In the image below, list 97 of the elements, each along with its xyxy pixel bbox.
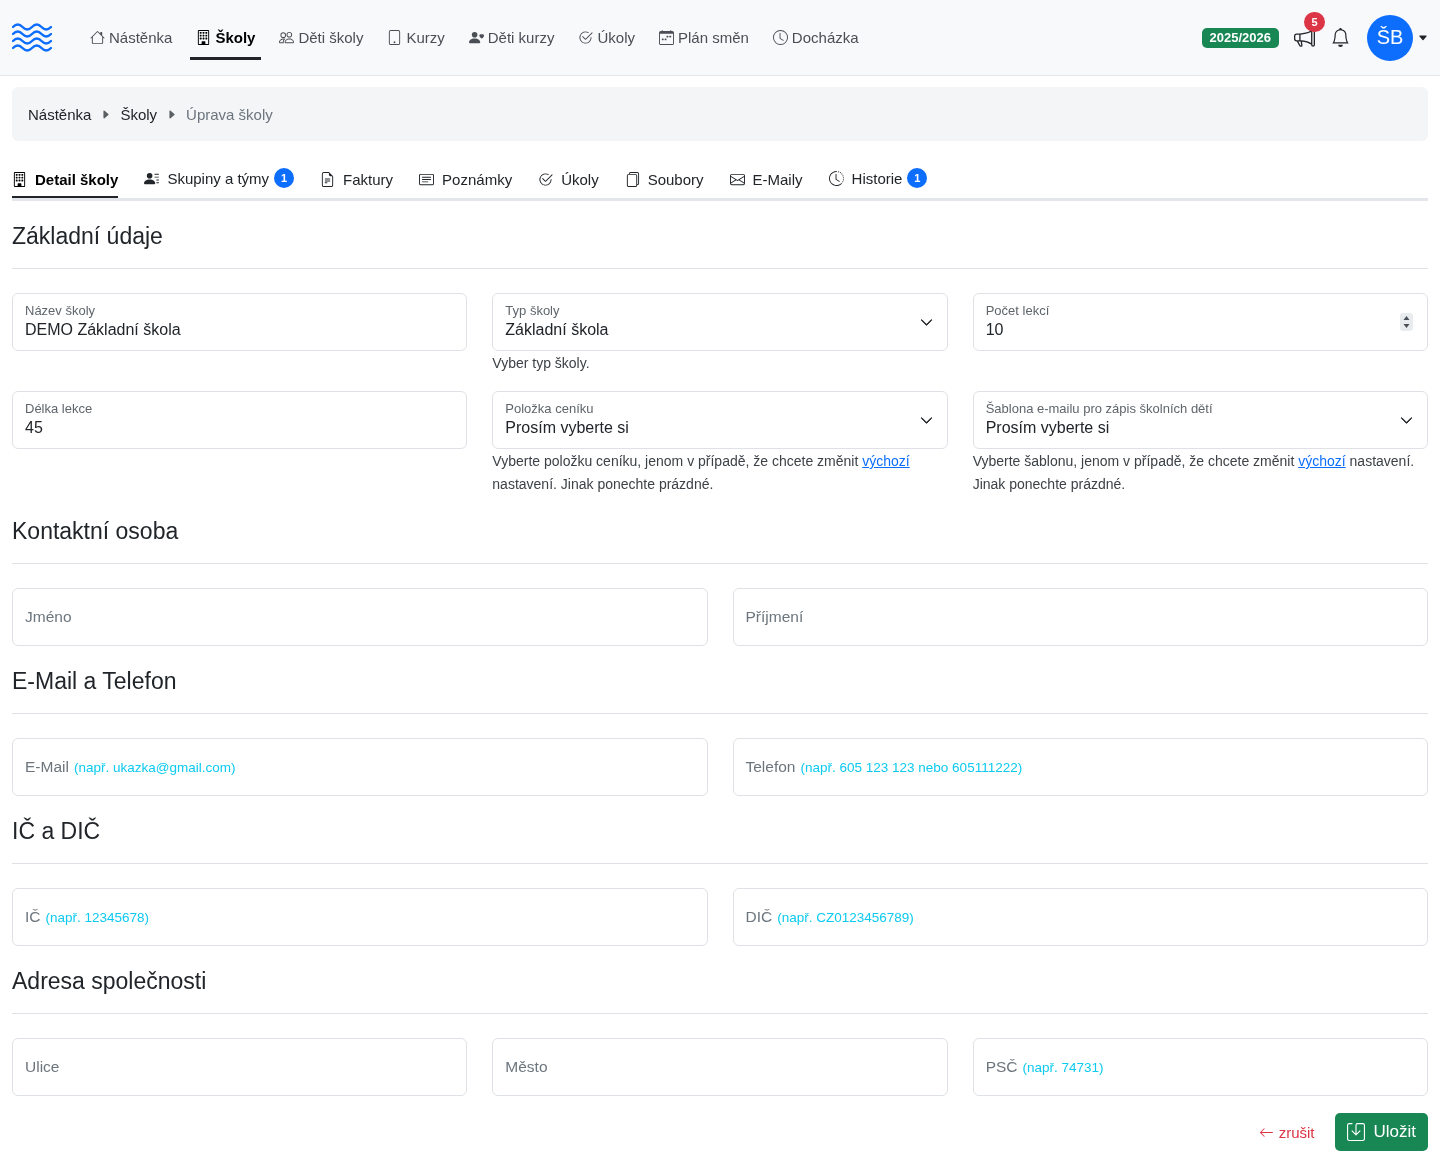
field-value: DEMO Základní škola: [25, 319, 182, 340]
house-icon: [90, 30, 105, 45]
field-hint: (např. ukazka@gmail.com): [73, 760, 236, 775]
separator-icon: [100, 108, 112, 120]
tab[interactable]: Historie 1: [828, 159, 928, 198]
field-hint: (např. 12345678): [45, 910, 150, 925]
section-heading: IČ a DIČ: [12, 816, 102, 846]
separator-icon: [166, 108, 178, 120]
nav-link[interactable]: Kurzy: [381, 15, 451, 60]
field-placeholder: Ulice: [25, 1058, 60, 1076]
help-text: Vyberte položku ceníku, jenom v případě, že chcete změnit výchozí nastavení. Jinak ponechte prázdné.: [492, 452, 911, 494]
input-field[interactable]: IČ (např. 12345678): [12, 888, 708, 946]
count-badge: 5: [1304, 12, 1325, 32]
help-text: Vyber typ školy.: [492, 354, 591, 373]
tab[interactable]: E-Maily: [729, 162, 803, 198]
field-placeholder: PSČ: [985, 1058, 1018, 1076]
field-label: Název školy: [25, 302, 97, 319]
number-field[interactable]: Počet lekcí 10: [972, 293, 1428, 351]
select-field[interactable]: Položka ceníku Prosím vyberte si: [492, 391, 948, 449]
nav-link[interactable]: Plán směn: [653, 15, 755, 60]
field-hint: (např. CZ0123456789): [777, 910, 914, 925]
user-avatar[interactable]: ŠB: [1367, 14, 1413, 61]
field-placeholder: Příjmení: [745, 608, 804, 626]
select-field[interactable]: Typ školy Základní škola: [492, 293, 948, 351]
tab[interactable]: Úkoly: [538, 162, 599, 198]
nav-link[interactable]: Děti kurzy: [462, 15, 561, 60]
person-list-icon: [144, 170, 160, 186]
spinner-arrows-icon[interactable]: [1400, 313, 1413, 331]
breadcrumb-link[interactable]: Nástěnka: [28, 105, 92, 123]
field-value: Prosím vyberte si: [505, 417, 630, 438]
field-label: Typ školy: [505, 302, 561, 319]
calendar-icon: [659, 30, 674, 45]
input-field[interactable]: Ulice: [12, 1038, 468, 1096]
help-text: Vyberte šablonu, jenom v případě, že chcete změnit výchozí nastavení. Jinak ponechte prázdné.: [972, 452, 1416, 494]
field-value: 45: [25, 417, 44, 438]
clock-icon: [772, 30, 788, 45]
input-field[interactable]: E-Mail (např. ukazka@gmail.com): [12, 738, 708, 796]
field-value: Prosím vyberte si: [985, 417, 1111, 438]
nav-link[interactable]: Úkoly: [572, 15, 641, 60]
nav-link[interactable]: Školy: [190, 15, 262, 60]
input-field[interactable]: DIČ (např. CZ0123456789): [732, 888, 1428, 946]
section-heading: Základní údaje: [12, 222, 164, 251]
waves-logo[interactable]: [12, 23, 52, 52]
section-heading: Kontaktní osoba: [12, 517, 180, 546]
save-button[interactable]: Uložit: [1335, 1113, 1428, 1151]
field-placeholder: Telefon: [745, 758, 796, 776]
field-placeholder: E-Mail: [25, 758, 69, 776]
people-icon: [279, 30, 295, 45]
field-value: Základní škola: [505, 319, 610, 340]
nav-link[interactable]: Nástěnka: [84, 15, 179, 60]
select-field[interactable]: Šablona e-mailu pro zápis školních dětí Prosím vyberte si: [972, 391, 1428, 449]
bell-icon[interactable]: [1331, 28, 1350, 47]
card-text-icon: [419, 172, 435, 187]
default-link[interactable]: výchozí: [1298, 453, 1346, 469]
input-field[interactable]: Město: [492, 1038, 948, 1096]
season-badge: 2025/2026: [1201, 27, 1279, 48]
section-heading: E-Mail a Telefon: [12, 667, 178, 696]
clock-history-icon: [828, 170, 844, 186]
input-field[interactable]: PSČ (např. 74731): [972, 1038, 1428, 1096]
default-link[interactable]: výchozí: [862, 453, 910, 469]
nav-link[interactable]: Docházka: [766, 15, 865, 60]
tab[interactable]: Detail školy: [12, 162, 119, 198]
field-label: Délka lekce: [25, 400, 94, 417]
field-placeholder: DIČ: [745, 908, 773, 926]
tab[interactable]: Skupiny a týmy 1: [144, 159, 295, 198]
field-placeholder: Město: [505, 1058, 548, 1076]
tab[interactable]: Faktury: [320, 162, 394, 198]
field-placeholder: IČ: [25, 908, 41, 926]
count-badge: 1: [907, 168, 928, 188]
files-icon: [624, 172, 640, 187]
building-icon: [12, 172, 27, 187]
input-field[interactable]: Jméno: [12, 588, 708, 646]
save-icon: [1347, 1123, 1366, 1141]
input-field[interactable]: Telefon (např. 605 123 123 nebo 605111222): [732, 738, 1428, 796]
envelope-icon: [729, 172, 745, 187]
count-badge: 1: [274, 168, 295, 188]
section-heading: Adresa společnosti: [12, 967, 208, 996]
current-page-text: Úprava školy: [186, 105, 273, 123]
input-field[interactable]: Délka lekce 45: [12, 391, 468, 449]
input-field[interactable]: Příjmení: [732, 588, 1428, 646]
field-placeholder: Jméno: [25, 608, 72, 626]
field-label: Šablona e-mailu pro zápis školních dětí: [985, 400, 1214, 417]
input-field[interactable]: Název školy DEMO Základní škola: [12, 293, 468, 351]
nav-link[interactable]: Děti školy: [273, 15, 370, 60]
document-icon: [320, 172, 336, 187]
field-label: Položka ceníku: [505, 400, 595, 417]
tab[interactable]: Soubory: [624, 162, 704, 198]
field-value: 10: [985, 319, 1005, 340]
tab[interactable]: Poznámky: [419, 162, 513, 198]
field-label: Počet lekcí: [985, 302, 1051, 319]
building-icon: [196, 30, 212, 45]
field-hint: (např. 74731): [1022, 1060, 1104, 1075]
cancel-link[interactable]: zrušit: [1258, 1123, 1315, 1141]
person-heart-icon: [468, 30, 484, 45]
field-hint: (např. 605 123 123 nebo 605111222): [800, 760, 1023, 775]
breadcrumb-link[interactable]: Školy: [120, 105, 158, 123]
tablet-icon: [387, 30, 403, 45]
